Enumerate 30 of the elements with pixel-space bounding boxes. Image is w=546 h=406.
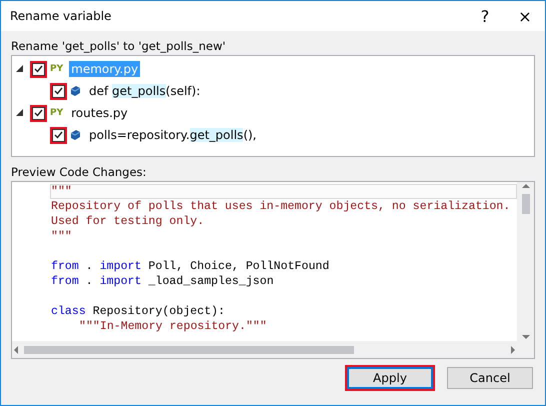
method-cube-icon [70, 130, 81, 140]
python-file-label: PY [50, 64, 64, 74]
dialog-button[interactable]: Cancel [447, 367, 533, 389]
code-reference[interactable]: def get_polls(self): [89, 84, 200, 98]
method-cube-icon [70, 86, 81, 96]
code-line: class Repository(object): [50, 304, 226, 319]
horizontal-scrollbar[interactable] [12, 341, 517, 358]
close-button[interactable]: × [505, 1, 545, 31]
scroll-thumb[interactable] [522, 194, 530, 214]
scroll-thumb[interactable] [24, 346, 354, 354]
help-button[interactable]: ? [465, 1, 505, 31]
code-reference[interactable]: polls=repository.get_polls(), [89, 128, 256, 142]
dialog-button[interactable]: Apply [347, 367, 433, 389]
code-line: from . import Poll, Choice, PollNotFound [50, 259, 330, 274]
scroll-right-icon[interactable] [509, 346, 517, 354]
code-line: from . import _load_samples_json [50, 274, 275, 289]
code-line: """ [50, 229, 73, 244]
preview-label: Preview Code Changes: [11, 165, 146, 179]
expand-triangle-icon[interactable] [16, 108, 23, 116]
rename-label: Rename 'get_polls' to 'get_polls_new' [11, 39, 226, 53]
python-file-label: PY [50, 108, 64, 118]
code-line: """In-Memory repository.""" [78, 319, 268, 334]
scroll-up-icon[interactable] [522, 182, 530, 190]
code-line: Used for testing only. [50, 214, 206, 229]
vertical-scrollbar[interactable] [517, 182, 534, 341]
scroll-left-icon[interactable] [12, 346, 20, 354]
file-item[interactable]: routes.py [69, 105, 130, 121]
window-title: Rename variable [10, 9, 112, 23]
code-line: Repository of polls that uses in-memory objects, no serialization. [50, 199, 512, 214]
expand-triangle-icon[interactable] [16, 64, 23, 72]
